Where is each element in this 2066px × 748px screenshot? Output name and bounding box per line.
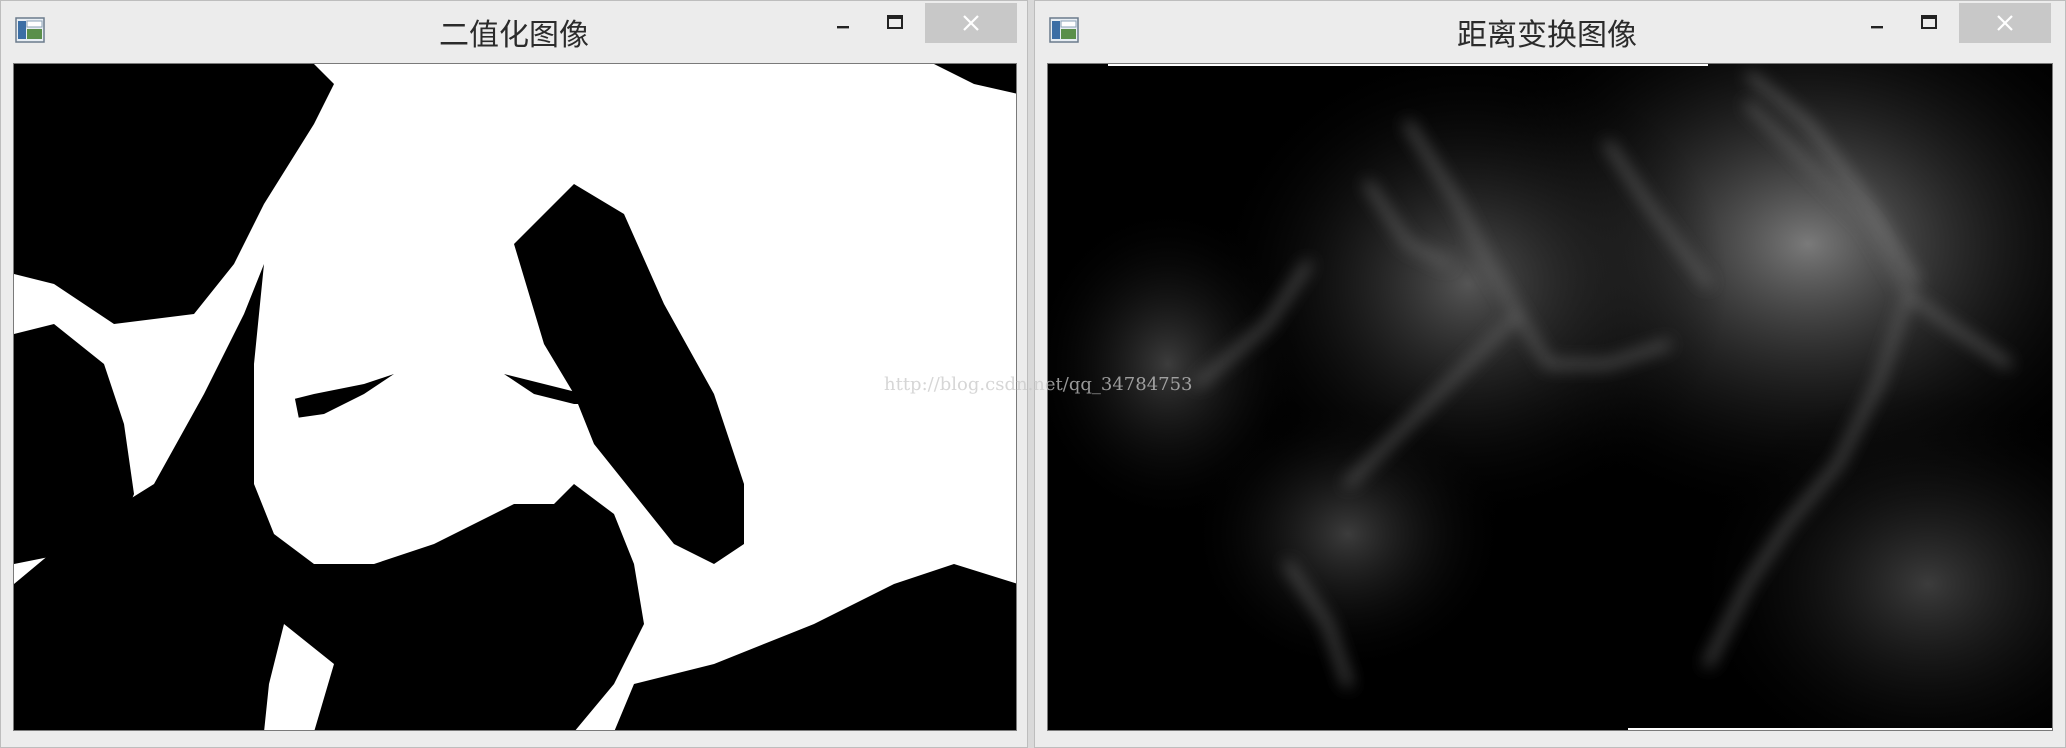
- maximize-icon: [1921, 15, 1937, 29]
- minimize-button[interactable]: [1855, 3, 1899, 43]
- maximize-button[interactable]: [873, 3, 917, 43]
- distance-transform-display: [1047, 63, 2053, 731]
- window-title: 距离变换图像: [1457, 18, 1637, 53]
- window-title: 二值化图像: [439, 18, 589, 53]
- minimize-icon: [1871, 26, 1883, 29]
- close-button[interactable]: [925, 3, 1017, 43]
- distance-transform-image: [1048, 64, 2052, 730]
- app-icon: [1049, 17, 1079, 43]
- binary-image-display: [13, 63, 1017, 731]
- maximize-icon: [887, 15, 903, 29]
- app-icon: [15, 17, 45, 43]
- binary-image: [14, 64, 1016, 730]
- title-bar[interactable]: 距离变换图像: [1035, 1, 2065, 59]
- maximize-button[interactable]: [1907, 3, 1951, 43]
- close-button[interactable]: [1959, 3, 2051, 43]
- title-bar[interactable]: 二值化图像: [1, 1, 1027, 59]
- minimize-icon: [837, 26, 849, 29]
- close-icon: [963, 15, 979, 31]
- close-icon: [1997, 15, 2013, 31]
- watermark-text: http://blog.csdn.net/qq_34784753: [884, 374, 1193, 395]
- minimize-button[interactable]: [821, 3, 865, 43]
- binary-image-window: 二值化图像: [0, 0, 1028, 748]
